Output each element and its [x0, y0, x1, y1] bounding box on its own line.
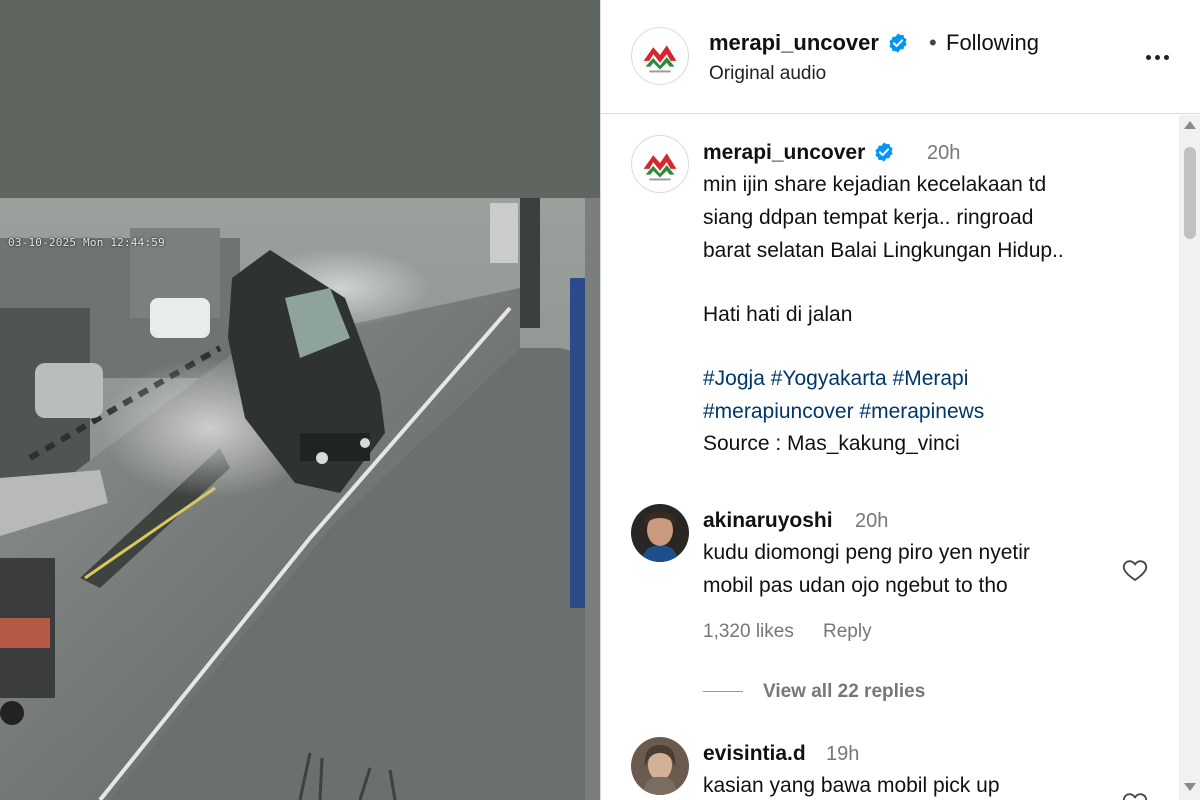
- like-comment-button[interactable]: [1119, 555, 1151, 587]
- comment-username[interactable]: akinaruyoshi: [703, 509, 833, 533]
- header-username[interactable]: merapi_uncover: [709, 30, 909, 56]
- comment-timestamp: 19h: [826, 743, 860, 765]
- comment-likes-count[interactable]: 1,320 likes: [703, 621, 794, 643]
- comment-avatar[interactable]: [631, 504, 689, 562]
- merapi-logo-icon: [643, 45, 677, 73]
- verified-badge-icon: [889, 33, 907, 53]
- comment-timestamp: 20h: [855, 510, 889, 532]
- merapi-logo-icon: [643, 153, 677, 181]
- scroll-down-icon[interactable]: [1184, 783, 1196, 791]
- scroll-up-icon[interactable]: [1184, 121, 1196, 129]
- video-player[interactable]: 03-10-2025 Mon 12:44:59: [0, 0, 600, 800]
- caption-source: Source : Mas_kakung_vinci: [703, 432, 960, 455]
- caption-text-line: Hati hati di jalan: [703, 303, 853, 326]
- video-letterbox: [0, 0, 600, 198]
- caption-text-line: min ijin share kejadian kecelakaan td: [703, 173, 1047, 196]
- header-username-text[interactable]: merapi_uncover: [709, 30, 879, 55]
- caption-username[interactable]: merapi_uncover: [703, 141, 895, 165]
- view-replies-button[interactable]: View all 22 replies: [763, 681, 925, 703]
- reply-button[interactable]: Reply: [823, 621, 872, 643]
- caption-timestamp: 20h: [927, 142, 961, 164]
- caption-username-text[interactable]: merapi_uncover: [703, 141, 865, 164]
- comment-text-line: kudu diomongi peng piro yen nyetir: [703, 541, 1030, 564]
- heart-icon: [1122, 792, 1148, 800]
- caption-hashtags[interactable]: #Jogja #Yogyakarta #Merapi: [703, 367, 968, 391]
- comment-text-line: kasian yang bawa mobil pick up: [703, 774, 1000, 797]
- like-comment-button[interactable]: [1119, 788, 1151, 800]
- user-photo-avatar: [631, 737, 689, 795]
- comment-avatar[interactable]: [631, 737, 689, 795]
- post-header: merapi_uncover • Following Original audi…: [601, 0, 1200, 114]
- cctv-scene-image: [0, 198, 600, 800]
- more-options-button[interactable]: [1139, 40, 1175, 70]
- replies-divider: [703, 691, 743, 692]
- caption-text-line: barat selatan Balai Lingkungan Hidup..: [703, 239, 1064, 262]
- caption-text-line: siang ddpan tempat kerja.. ringroad: [703, 206, 1034, 229]
- comments-scrollbar[interactable]: [1179, 115, 1200, 800]
- following-button[interactable]: Following: [946, 30, 1039, 56]
- verified-badge-icon: [875, 142, 893, 162]
- caption-hashtags[interactable]: #merapiuncover #merapinews: [703, 400, 984, 424]
- caption-author-avatar[interactable]: [631, 135, 689, 193]
- user-photo-avatar: [631, 504, 689, 562]
- header-separator-dot: •: [929, 30, 937, 55]
- scrollbar-thumb[interactable]: [1184, 147, 1196, 239]
- original-audio-link[interactable]: Original audio: [709, 63, 826, 85]
- account-logo-avatar[interactable]: [631, 27, 689, 85]
- comment-username[interactable]: evisintia.d: [703, 742, 806, 766]
- cctv-video-frame[interactable]: [0, 198, 600, 800]
- comment-text-line: mobil pas udan ojo ngebut to tho: [703, 574, 1008, 597]
- more-options-icon: [1139, 48, 1175, 63]
- cctv-timestamp: 03-10-2025 Mon 12:44:59: [8, 236, 165, 249]
- heart-icon: [1122, 559, 1148, 581]
- post-side-panel: merapi_uncover • Following Original audi…: [600, 0, 1200, 800]
